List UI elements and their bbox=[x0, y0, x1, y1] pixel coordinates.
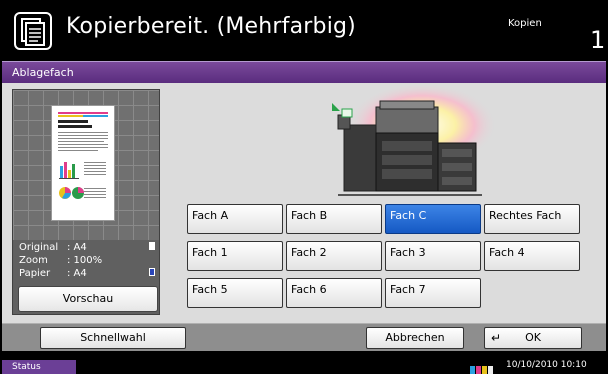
date-time: 10/10/2010 10:10 bbox=[506, 360, 587, 370]
cancel-button[interactable]: Abbrechen bbox=[366, 327, 464, 349]
copy-count: 1 bbox=[590, 26, 606, 54]
info-original: Original : A4 bbox=[19, 242, 87, 254]
tray-fach-7[interactable]: Fach 7 bbox=[385, 278, 481, 308]
original-orientation-icon bbox=[149, 242, 155, 250]
info-key: Zoom bbox=[19, 255, 48, 266]
ok-label: OK bbox=[525, 331, 541, 344]
document-preview bbox=[51, 105, 115, 221]
page-title: Kopierbereit. (Mehrfarbig) bbox=[66, 14, 356, 39]
ok-button[interactable]: ↵ OK bbox=[484, 327, 582, 349]
status-button[interactable]: Status bbox=[2, 360, 76, 374]
status-bar: Status 10/10/2010 10:10 bbox=[0, 352, 608, 374]
enter-icon: ↵ bbox=[491, 331, 502, 345]
tab-title: Ablagefach bbox=[12, 66, 74, 79]
printer-illustration-icon bbox=[302, 83, 522, 205]
header-bar: Kopierbereit. (Mehrfarbig) Kopien 1 bbox=[0, 0, 608, 60]
preview-button[interactable]: Vorschau bbox=[18, 286, 158, 312]
tray-fach-c[interactable]: Fach C bbox=[385, 204, 481, 234]
preview-area bbox=[13, 90, 159, 240]
preview-panel: Original : A4 Zoom : 100% Papier : A4 Vorsc… bbox=[12, 89, 160, 315]
action-bar: Schnellwahl Abbrechen ↵ OK bbox=[2, 323, 606, 351]
toner-level-icon bbox=[470, 361, 496, 374]
info-value: : 100% bbox=[67, 255, 103, 266]
info-value: : A4 bbox=[67, 268, 87, 279]
tray-fach-6[interactable]: Fach 6 bbox=[286, 278, 382, 308]
tray-rechtes-fach[interactable]: Rechtes Fach bbox=[484, 204, 580, 234]
tray-fach-a[interactable]: Fach A bbox=[187, 204, 283, 234]
info-paper: Papier : A4 bbox=[19, 268, 87, 280]
quick-setup-button[interactable]: Schnellwahl bbox=[40, 327, 186, 349]
tray-fach-4[interactable]: Fach 4 bbox=[484, 241, 580, 271]
tab-bar: Ablagefach bbox=[2, 61, 606, 83]
tray-fach-5[interactable]: Fach 5 bbox=[187, 278, 283, 308]
tray-fach-b[interactable]: Fach B bbox=[286, 204, 382, 234]
copy-document-icon bbox=[14, 12, 52, 50]
paper-orientation-icon bbox=[149, 268, 155, 276]
info-value: : A4 bbox=[67, 242, 87, 253]
tray-fach-2[interactable]: Fach 2 bbox=[286, 241, 382, 271]
info-zoom: Zoom : 100% bbox=[19, 255, 102, 267]
job-info: Original : A4 Zoom : 100% Papier : A4 bbox=[13, 240, 159, 286]
copier-screen: Kopierbereit. (Mehrfarbig) Kopien 1 Abla… bbox=[0, 0, 608, 374]
tray-fach-3[interactable]: Fach 3 bbox=[385, 241, 481, 271]
info-key: Original bbox=[19, 242, 59, 253]
info-key: Papier bbox=[19, 268, 51, 279]
main-panel: Original : A4 Zoom : 100% Papier : A4 Vorsc… bbox=[2, 83, 606, 323]
tray-fach-1[interactable]: Fach 1 bbox=[187, 241, 283, 271]
mode-label: Kopien bbox=[508, 18, 542, 29]
